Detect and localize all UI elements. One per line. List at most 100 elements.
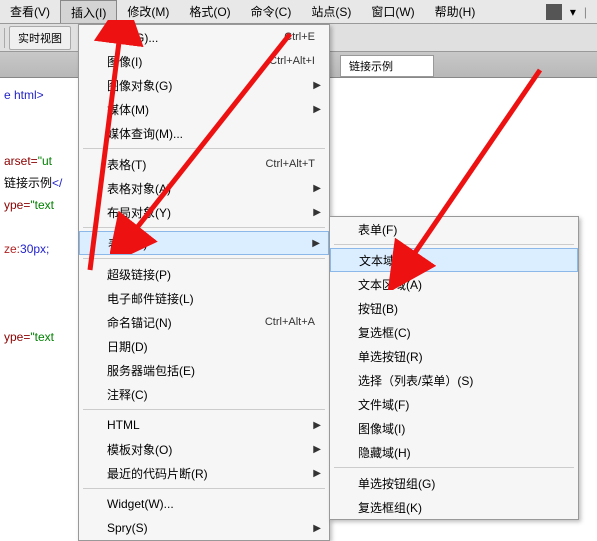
form-submenu-item-9[interactable]: 图像域(I) [330, 416, 578, 440]
submenu-arrow-icon: ▶ [313, 104, 321, 115]
menu-item-label: 表单(F) [358, 221, 564, 238]
insert-menu-item-13[interactable]: 电子邮件链接(L) [79, 286, 329, 310]
insert-menu-item-4[interactable]: 媒体查询(M)... [79, 121, 329, 145]
menu-item-label: HTML [107, 418, 315, 432]
menu-item-label: 模板对象(O) [107, 441, 315, 458]
menu-item-label: 注释(C) [107, 386, 315, 403]
menubar-modify[interactable]: 修改(M) [117, 0, 179, 23]
menu-item-label: 文本区域(A) [358, 276, 564, 293]
realtime-view-button[interactable]: 实时视图 [9, 26, 71, 50]
form-submenu-item-13[interactable]: 复选框组(K) [330, 495, 578, 519]
insert-menu-item-0[interactable]: 标签(G)... Ctrl+E [79, 25, 329, 49]
insert-menu-item-23[interactable]: Widget(W)... [79, 492, 329, 516]
menu-separator [83, 227, 325, 228]
menu-item-label: 复选框(C) [358, 324, 564, 341]
menu-item-label: 图像(I) [107, 53, 259, 70]
menu-separator [83, 258, 325, 259]
insert-menu-item-15[interactable]: 日期(D) [79, 334, 329, 358]
menu-separator [83, 409, 325, 410]
insert-menu-item-17[interactable]: 注释(C) [79, 382, 329, 406]
form-submenu-item-10[interactable]: 隐藏域(H) [330, 440, 578, 464]
submenu-arrow-icon: ▶ [313, 207, 321, 218]
menu-item-shortcut: Ctrl+E [284, 31, 315, 43]
menu-item-label: 表格(T) [107, 156, 255, 173]
form-submenu-item-5[interactable]: 复选框(C) [330, 320, 578, 344]
separator-icon: | [584, 5, 587, 19]
insert-menu-item-6[interactable]: 表格(T) Ctrl+Alt+T [79, 152, 329, 176]
menu-item-label: 布局对象(Y) [107, 204, 315, 221]
insert-menu-item-12[interactable]: 超级链接(P) [79, 262, 329, 286]
menu-item-label: 隐藏域(H) [358, 444, 564, 461]
insert-menu-item-21[interactable]: 最近的代码片断(R)▶ [79, 461, 329, 485]
submenu-arrow-icon: ▶ [313, 183, 321, 194]
insert-menu-item-20[interactable]: 模板对象(O)▶ [79, 437, 329, 461]
submenu-arrow-icon: ▶ [313, 468, 321, 479]
form-submenu-item-4[interactable]: 按钮(B) [330, 296, 578, 320]
menu-separator [334, 467, 574, 468]
insert-menu-item-16[interactable]: 服务器端包括(E) [79, 358, 329, 382]
menu-item-label: 文件域(F) [358, 396, 564, 413]
menubar-site[interactable]: 站点(S) [301, 0, 361, 23]
menu-item-shortcut: Ctrl+Alt+A [265, 316, 315, 328]
menubar-format[interactable]: 格式(O) [179, 0, 240, 23]
insert-menu-item-7[interactable]: 表格对象(A)▶ [79, 176, 329, 200]
insert-menu-item-2[interactable]: 图像对象(G)▶ [79, 73, 329, 97]
insert-menu-item-14[interactable]: 命名锚记(N) Ctrl+Alt+A [79, 310, 329, 334]
menu-separator [83, 488, 325, 489]
layout-icon[interactable] [546, 4, 562, 20]
menu-item-label: 单选按钮组(G) [358, 475, 564, 492]
submenu-arrow-icon: ▶ [313, 80, 321, 91]
menu-item-label: Widget(W)... [107, 497, 315, 511]
form-submenu-item-7[interactable]: 选择（列表/菜单）(S) [330, 368, 578, 392]
menu-item-label: 命名锚记(N) [107, 314, 255, 331]
form-submenu-item-2[interactable]: 文本域(T) [330, 248, 578, 272]
form-submenu-item-0[interactable]: 表单(F) [330, 217, 578, 241]
chevron-down-icon[interactable]: ▾ [570, 5, 576, 19]
menu-item-label: 图像域(I) [358, 420, 564, 437]
menubar-command[interactable]: 命令(C) [241, 0, 302, 23]
insert-menu-item-10[interactable]: 表单(F)▶ [79, 231, 329, 255]
menubar-window[interactable]: 窗口(W) [361, 0, 424, 23]
submenu-arrow-icon: ▶ [312, 238, 320, 249]
form-submenu-item-6[interactable]: 单选按钮(R) [330, 344, 578, 368]
insert-menu-item-1[interactable]: 图像(I) Ctrl+Alt+I [79, 49, 329, 73]
submenu-arrow-icon: ▶ [313, 444, 321, 455]
menu-item-label: 媒体(M) [107, 101, 315, 118]
menubar-insert[interactable]: 插入(I) [60, 0, 117, 23]
menu-item-label: 服务器端包括(E) [107, 362, 315, 379]
menubar: 查看(V) 插入(I) 修改(M) 格式(O) 命令(C) 站点(S) 窗口(W… [0, 0, 597, 24]
menu-item-label: 表单(F) [108, 235, 314, 252]
menu-item-label: Spry(S) [107, 521, 315, 535]
menubar-help[interactable]: 帮助(H) [425, 0, 486, 23]
toolbar-separator [4, 28, 5, 48]
menu-item-label: 复选框组(K) [358, 499, 564, 516]
form-submenu-item-3[interactable]: 文本区域(A) [330, 272, 578, 296]
menu-item-label: 单选按钮(R) [358, 348, 564, 365]
menu-item-label: 超级链接(P) [107, 266, 315, 283]
menu-item-label: 电子邮件链接(L) [107, 290, 315, 307]
menu-item-shortcut: Ctrl+Alt+T [265, 158, 315, 170]
form-submenu-item-8[interactable]: 文件域(F) [330, 392, 578, 416]
menubar-view[interactable]: 查看(V) [0, 0, 60, 23]
insert-menu: 标签(G)...Ctrl+E图像(I)Ctrl+Alt+I图像对象(G)▶媒体(… [78, 24, 330, 541]
insert-menu-item-8[interactable]: 布局对象(Y)▶ [79, 200, 329, 224]
menu-item-label: 选择（列表/菜单）(S) [358, 372, 564, 389]
form-submenu: 表单(F) 文本域(T) 文本区域(A) 按钮(B) 复选框(C) 单选按钮(R) 选择（列… [329, 216, 579, 520]
insert-menu-item-24[interactable]: Spry(S)▶ [79, 516, 329, 540]
menu-item-label: 图像对象(G) [107, 77, 315, 94]
menu-item-shortcut: Ctrl+Alt+I [269, 55, 315, 67]
menu-item-label: 文本域(T) [359, 252, 563, 269]
form-submenu-item-12[interactable]: 单选按钮组(G) [330, 471, 578, 495]
document-title[interactable]: 链接示例 [340, 55, 434, 77]
menu-item-label: 标签(G)... [107, 29, 274, 46]
menu-item-label: 日期(D) [107, 338, 315, 355]
submenu-arrow-icon: ▶ [313, 420, 321, 431]
menu-item-label: 最近的代码片断(R) [107, 465, 315, 482]
menu-separator [83, 148, 325, 149]
menu-item-label: 按钮(B) [358, 300, 564, 317]
insert-menu-item-19[interactable]: HTML▶ [79, 413, 329, 437]
menu-item-label: 表格对象(A) [107, 180, 315, 197]
menu-separator [334, 244, 574, 245]
menu-item-label: 媒体查询(M)... [107, 125, 315, 142]
insert-menu-item-3[interactable]: 媒体(M)▶ [79, 97, 329, 121]
